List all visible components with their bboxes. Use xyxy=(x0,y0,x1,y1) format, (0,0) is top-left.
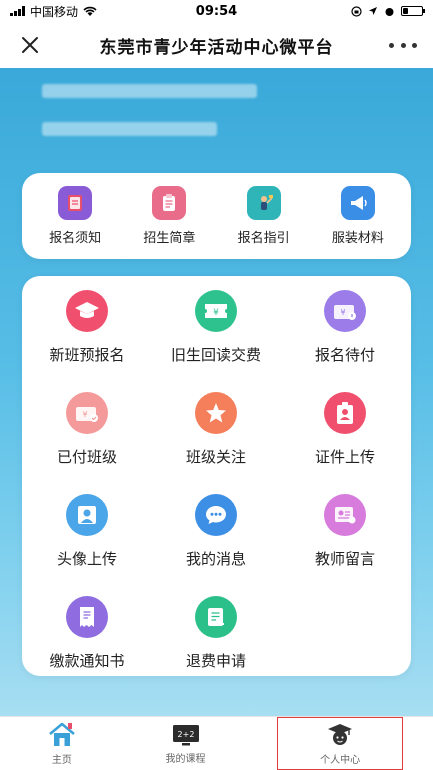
grid-item-document-upload[interactable]: 证件上传 xyxy=(280,392,410,467)
grid-item-label: 班级关注 xyxy=(185,448,246,466)
grid-item-avatar-upload[interactable]: 头像上传 xyxy=(22,494,152,569)
quick-link-label: 服装材料 xyxy=(331,231,384,246)
graduation-cap-icon xyxy=(66,290,108,332)
location-icon xyxy=(369,7,377,15)
grid-item-pending-payment[interactable]: ¥ 报名待付 xyxy=(280,290,410,365)
grid-item-label: 报名待付 xyxy=(314,346,375,364)
grid-item-label: 我的消息 xyxy=(185,550,246,568)
portrait-icon xyxy=(66,494,108,536)
quick-link-label: 报名须知 xyxy=(49,231,102,246)
quick-link-uniform-materials[interactable]: 服装材料 xyxy=(313,186,403,246)
ticket-icon: ¥ xyxy=(195,290,237,332)
quick-link-label: 报名指引 xyxy=(237,231,290,246)
quick-links-card: 报名须知 招生简章 报名指引 服装材料 xyxy=(22,173,411,259)
paid-wallet-icon: ¥ xyxy=(66,392,108,434)
quick-link-label: 招生简章 xyxy=(143,231,196,246)
user-info-blurred xyxy=(42,84,257,98)
megaphone-icon xyxy=(340,186,375,220)
home-icon xyxy=(49,722,75,746)
tab-my-courses[interactable]: 2+2 我的课程 xyxy=(124,717,248,770)
refund-form-icon xyxy=(195,596,237,638)
tab-bar: 主页 2+2 我的课程 个人中心 xyxy=(0,716,433,770)
close-icon[interactable] xyxy=(18,33,42,57)
blackboard-icon: 2+2 xyxy=(172,724,199,745)
svg-text:¥: ¥ xyxy=(82,410,87,419)
status-left: 中国移动 xyxy=(10,3,97,20)
tab-label: 个人中心 xyxy=(320,754,361,766)
grid-item-label: 证件上传 xyxy=(314,448,375,466)
grid-item-new-class-preregistration[interactable]: 新班预报名 xyxy=(22,290,152,365)
nav-bar: 东莞市青少年活动中心微平台 xyxy=(0,22,433,68)
page-title: 东莞市青少年活动中心微平台 xyxy=(99,37,334,58)
more-icon[interactable] xyxy=(389,33,417,57)
quick-link-admissions-brochure[interactable]: 招生简章 xyxy=(124,186,214,246)
grid-item-label: 旧生回读交费 xyxy=(170,346,261,364)
grid-item-returning-student-payment[interactable]: ¥ 旧生回读交费 xyxy=(151,290,281,365)
alarm-icon xyxy=(385,7,394,16)
star-icon xyxy=(195,392,237,434)
clipboard-icon xyxy=(152,186,187,220)
grid-item-label: 头像上传 xyxy=(56,550,117,568)
grid-item-label: 已付班级 xyxy=(56,448,117,466)
user-id-blurred xyxy=(42,122,217,136)
battery-icon xyxy=(401,6,425,16)
grid-item-label: 教师留言 xyxy=(314,550,375,568)
chat-icon xyxy=(195,494,237,536)
tab-label: 主页 xyxy=(51,754,72,766)
id-badge-icon xyxy=(324,392,366,434)
tab-personal-center[interactable]: 个人中心 xyxy=(277,717,404,770)
signal-icon xyxy=(10,6,25,16)
carrier-label: 中国移动 xyxy=(30,4,79,19)
book-icon xyxy=(58,186,93,220)
svg-text:¥: ¥ xyxy=(340,308,345,317)
svg-text:2+2: 2+2 xyxy=(177,730,194,739)
svg-text:¥: ¥ xyxy=(213,308,219,318)
message-card-icon xyxy=(324,494,366,536)
receipt-icon xyxy=(66,596,108,638)
student-avatar-icon xyxy=(328,723,353,745)
function-grid-card: 新班预报名 ¥ 旧生回读交费 ¥ 报名待付 ¥ 已付班级 班级关注 证件上传 头… xyxy=(22,276,411,676)
guide-icon xyxy=(246,186,281,220)
grid-item-payment-notice[interactable]: 缴款通知书 xyxy=(22,596,152,671)
grid-item-label: 退费申请 xyxy=(185,652,246,670)
wifi-icon xyxy=(83,6,97,16)
lock-rotation-icon xyxy=(351,5,362,17)
tab-label: 我的课程 xyxy=(165,753,206,765)
grid-item-label: 新班预报名 xyxy=(49,346,125,364)
grid-item-label: 缴款通知书 xyxy=(49,652,125,670)
main-content: 报名须知 招生简章 报名指引 服装材料 新班预报名 ¥ 旧生回读交费 ¥ 报名待… xyxy=(0,68,433,716)
grid-item-teacher-messages[interactable]: 教师留言 xyxy=(280,494,410,569)
status-right xyxy=(351,5,425,17)
grid-item-class-follow[interactable]: 班级关注 xyxy=(151,392,281,467)
quick-link-registration-notice[interactable]: 报名须知 xyxy=(30,186,120,246)
status-bar: 中国移动 09:54 xyxy=(0,0,433,22)
grid-item-paid-classes[interactable]: ¥ 已付班级 xyxy=(22,392,152,467)
tab-home[interactable]: 主页 xyxy=(0,717,124,770)
quick-link-registration-guide[interactable]: 报名指引 xyxy=(219,186,309,246)
grid-item-my-messages[interactable]: 我的消息 xyxy=(151,494,281,569)
grid-item-refund-request[interactable]: 退费申请 xyxy=(151,596,281,671)
wallet-icon: ¥ xyxy=(324,290,366,332)
